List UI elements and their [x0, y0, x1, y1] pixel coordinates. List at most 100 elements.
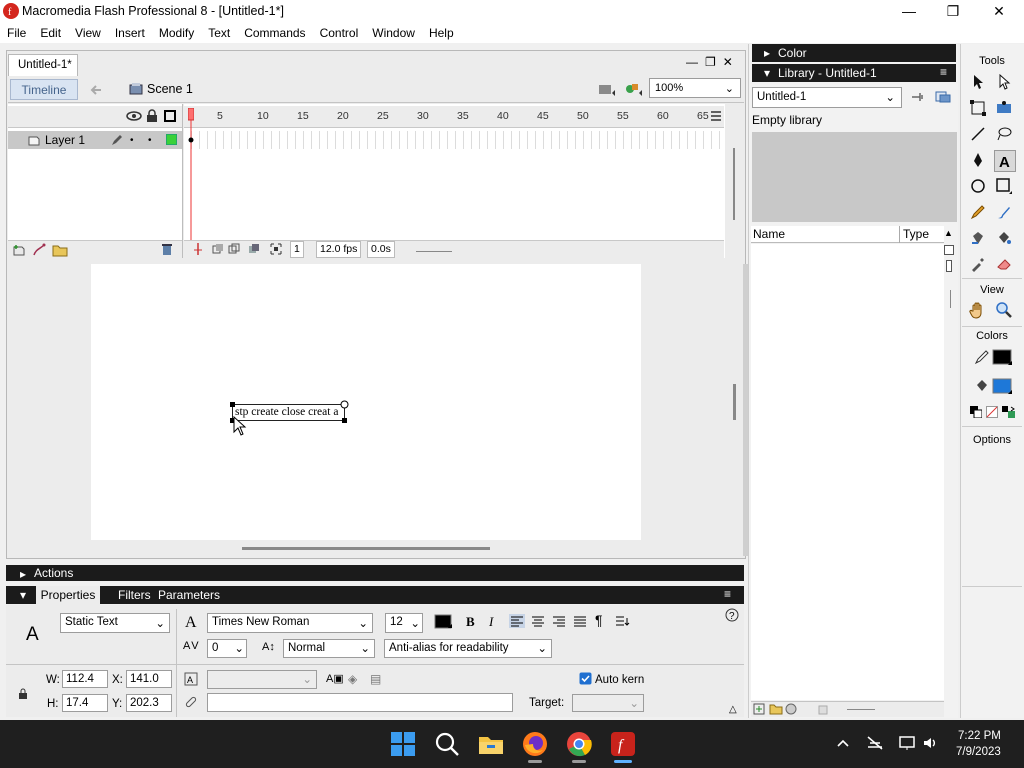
new-folder-icon[interactable]: [769, 703, 783, 715]
static-text-box[interactable]: stp create close creat a: [232, 404, 345, 421]
swap-colors-icon[interactable]: [1002, 406, 1016, 418]
chevron-up-icon[interactable]: [836, 736, 850, 750]
menu-control[interactable]: Control: [313, 26, 366, 40]
frame-rate[interactable]: 12.0 fps: [316, 241, 362, 258]
antialias-select[interactable]: Anti-alias for readability ⌄: [384, 639, 552, 658]
stage[interactable]: [91, 264, 641, 540]
onion-skin-outlines-icon[interactable]: [228, 243, 240, 255]
height-field[interactable]: 17.4: [62, 694, 108, 712]
url-link-input[interactable]: [207, 693, 513, 712]
x-field[interactable]: 141.0: [126, 670, 172, 688]
layer-frames-row[interactable]: [184, 131, 724, 149]
network-off-icon[interactable]: [866, 735, 884, 751]
width-field[interactable]: 112.4: [62, 670, 108, 688]
library-item-list[interactable]: [751, 244, 944, 700]
volume-icon[interactable]: [922, 735, 940, 751]
modify-onion-markers-icon[interactable]: [270, 243, 282, 255]
fill-transform-tool-icon[interactable]: [994, 98, 1014, 118]
menu-edit[interactable]: Edit: [33, 26, 68, 40]
doc-minimize-icon[interactable]: —: [686, 55, 698, 69]
library-panel-header[interactable]: ▾ Library - Untitled-1 ≡: [752, 64, 956, 82]
paragraph-icon[interactable]: ¶: [595, 612, 603, 628]
eraser-tool-icon[interactable]: [994, 254, 1014, 274]
tab-parameters[interactable]: Parameters: [158, 588, 220, 602]
pen-tool-icon[interactable]: [968, 150, 988, 170]
show-border-icon[interactable]: ◈: [348, 672, 357, 686]
font-family-select[interactable]: Times New Roman ⌄: [207, 613, 373, 633]
layer-name[interactable]: Layer 1: [45, 133, 85, 147]
minimize-button[interactable]: —: [886, 0, 932, 22]
no-color-icon[interactable]: [986, 406, 998, 418]
stage-vscroll[interactable]: [733, 384, 736, 420]
new-library-panel-icon[interactable]: [935, 90, 951, 104]
panel-menu-icon[interactable]: ≡: [940, 65, 947, 79]
zoom-tool-icon[interactable]: [994, 300, 1014, 320]
text-tool-icon[interactable]: A: [994, 150, 1016, 172]
text-var-select[interactable]: ⌄: [207, 670, 317, 689]
pencil-tool-icon[interactable]: [968, 202, 988, 222]
timeline-vscroll[interactable]: [727, 128, 741, 240]
file-explorer-icon[interactable]: [478, 731, 504, 757]
show-hide-eye-icon[interactable]: [126, 110, 142, 122]
letter-spacing-field[interactable]: 0 ⌄: [207, 639, 247, 658]
stage-hscroll[interactable]: [242, 547, 490, 550]
text-field-icon[interactable]: ▤: [370, 672, 381, 686]
timeline-hscroll[interactable]: [416, 251, 452, 252]
lock-icon[interactable]: [146, 109, 158, 123]
chrome-icon[interactable]: [566, 731, 592, 757]
layer-lock-dot[interactable]: •: [148, 135, 152, 146]
eyedropper-tool-icon[interactable]: [968, 254, 988, 274]
panel-menu-icon[interactable]: ≡: [724, 587, 731, 601]
windows-start-icon[interactable]: [390, 731, 416, 757]
keyframe-dot[interactable]: [188, 137, 194, 143]
selectable-text-icon[interactable]: A: [184, 672, 198, 686]
selection-handle[interactable]: [230, 402, 235, 407]
selection-tool-icon[interactable]: [968, 72, 988, 92]
target-select[interactable]: ⌄: [572, 694, 644, 712]
actions-panel-header[interactable]: ▸ Actions: [6, 565, 744, 581]
delete-item-icon[interactable]: [817, 703, 829, 715]
timeline-toggle-button[interactable]: Timeline: [10, 79, 78, 100]
properties-icon[interactable]: [785, 703, 797, 715]
baseline-select[interactable]: Normal ⌄: [283, 639, 375, 658]
text-color-swatch[interactable]: [434, 614, 454, 630]
paint-bucket-tool-icon[interactable]: [994, 228, 1014, 248]
rectangle-tool-icon[interactable]: [994, 176, 1014, 196]
pin-library-icon[interactable]: [910, 90, 926, 104]
clock-time[interactable]: 7:22 PM: [958, 730, 1001, 742]
frame-ruler[interactable]: 5 10 15 20 25 30 35 40 45 50 55 60 65: [184, 106, 724, 128]
menu-window[interactable]: Window: [365, 26, 422, 40]
scene-label[interactable]: Scene 1: [147, 82, 193, 96]
display-icon[interactable]: [898, 734, 916, 752]
text-direction-icon[interactable]: [614, 614, 632, 628]
menu-insert[interactable]: Insert: [108, 26, 152, 40]
hand-tool-icon[interactable]: [968, 300, 988, 320]
color-panel-header[interactable]: ▸ Color: [752, 44, 956, 62]
doc-restore-icon[interactable]: ❐: [705, 55, 716, 69]
bold-button[interactable]: B: [466, 614, 475, 630]
italic-button[interactable]: I: [489, 614, 493, 630]
search-icon[interactable]: [434, 731, 460, 757]
library-vscroll[interactable]: [950, 290, 951, 308]
layer-outline-color[interactable]: [166, 134, 177, 145]
library-hscroll[interactable]: [847, 709, 875, 710]
align-center-icon[interactable]: [530, 614, 546, 628]
menu-view[interactable]: View: [68, 26, 108, 40]
wide-view-icon[interactable]: [944, 245, 954, 255]
zoom-select[interactable]: 100% ⌄: [649, 78, 741, 98]
text-type-select[interactable]: Static Text ⌄: [60, 613, 170, 633]
document-tab[interactable]: Untitled-1*: [8, 54, 78, 76]
edit-symbol-icon[interactable]: [624, 81, 644, 97]
edit-scene-icon[interactable]: [597, 81, 617, 97]
align-right-icon[interactable]: [551, 614, 567, 628]
tab-properties[interactable]: Properties: [36, 586, 100, 605]
expand-panel-icon[interactable]: △: [729, 704, 737, 715]
back-arrow-icon[interactable]: [86, 82, 108, 98]
free-transform-tool-icon[interactable]: [968, 98, 988, 118]
menu-file[interactable]: File: [0, 26, 33, 40]
flash-taskbar-icon[interactable]: f: [610, 731, 636, 757]
justify-icon[interactable]: [572, 614, 588, 628]
align-left-button[interactable]: [509, 614, 525, 628]
subselection-tool-icon[interactable]: [994, 72, 1014, 92]
layer-visible-dot[interactable]: •: [130, 135, 134, 146]
